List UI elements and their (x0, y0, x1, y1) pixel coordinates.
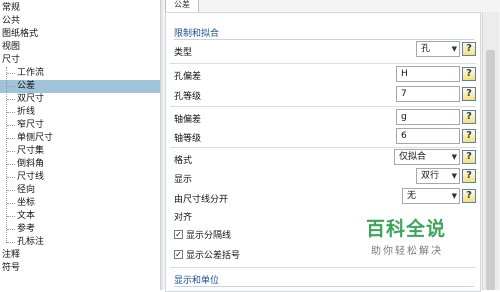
display-select[interactable]: 双行 ▼ (416, 168, 460, 184)
tree-item[interactable]: 尺寸 (0, 54, 160, 67)
hole-grade-label: 孔等级 (174, 92, 202, 102)
tree-item[interactable]: 径向 (0, 184, 160, 197)
type-select-value: 孔 (421, 44, 431, 54)
tree-item[interactable]: 窄尺寸 (0, 119, 160, 132)
tree-item[interactable]: 工作流 (0, 67, 160, 80)
shaft-deviation-field[interactable]: g (396, 109, 460, 125)
tree-item-label: 注释 (2, 250, 21, 260)
scrollbar-thumb[interactable] (486, 50, 495, 290)
section-underline (174, 286, 474, 287)
help-icon[interactable]: ? (462, 189, 476, 203)
tree-item-label: 尺寸 (2, 55, 21, 65)
tree-item-label: 常规 (2, 3, 21, 13)
hole-deviation-label: 孔偏差 (174, 72, 202, 82)
tree-item[interactable]: 文本 (0, 210, 160, 223)
watermark: 百科全说 助你轻松解决 (366, 214, 462, 264)
tree-item[interactable]: 符号 (0, 262, 160, 275)
tree-item[interactable]: 视图 (0, 41, 160, 54)
tree-item-label: 视图 (2, 42, 21, 52)
settings-tree: 常规公共图纸格式视图尺寸工作流 公差 双尺寸 折线 窄尺寸 单侧尺寸 尺寸集 倒斜角 尺寸线 径向… (0, 0, 160, 290)
help-icon[interactable]: ? (462, 42, 476, 56)
split-select-value: 无 (407, 191, 417, 201)
group-separator (170, 106, 476, 107)
help-icon[interactable]: ? (462, 169, 476, 183)
tree-connector (7, 242, 15, 244)
format-select[interactable]: 仅拟合 ▼ (394, 149, 460, 165)
tree-connector (7, 112, 15, 114)
tree-item-label: 公共 (2, 16, 21, 26)
shaft-grade-field[interactable]: 6 (396, 128, 460, 144)
chevron-down-icon: ▼ (451, 172, 457, 180)
tree-item[interactable]: 注释 (0, 249, 160, 262)
tree-connector (7, 138, 15, 140)
show-separator-checkbox[interactable]: ✓ (174, 230, 183, 239)
shaft-grade-label: 轴等级 (174, 134, 202, 144)
help-icon[interactable]: ? (462, 150, 476, 164)
tree-item[interactable]: 折线 (0, 106, 160, 119)
tree-connector (7, 151, 15, 153)
tree-item-label: 符号 (2, 263, 21, 273)
hole-grade-field[interactable]: 7 (396, 86, 460, 102)
tree-item[interactable]: 尺寸集 (0, 145, 160, 158)
chevron-down-icon: ▼ (451, 192, 457, 200)
tree-connector (7, 86, 15, 88)
section-underline (174, 39, 474, 40)
display-label: 显示 (174, 175, 193, 185)
watermark-subtitle: 助你轻松解决 (371, 246, 443, 257)
shaft-deviation-label: 轴偏差 (174, 115, 202, 125)
tree-item[interactable]: 图纸格式 (0, 28, 160, 41)
chevron-down-icon: ▼ (451, 45, 457, 53)
section-title-limits-fits: 限制和拟合 (174, 29, 220, 39)
split-select[interactable]: 无 ▼ (402, 188, 460, 204)
help-icon[interactable]: ? (462, 129, 476, 143)
help-icon[interactable]: ? (462, 87, 476, 101)
group-separator (170, 147, 476, 148)
display-select-value: 双行 (421, 171, 440, 181)
vertical-scrollbar[interactable] (482, 12, 499, 290)
chevron-down-icon: ▼ (451, 153, 457, 161)
format-select-value: 仅拟合 (399, 152, 427, 162)
show-tolerance-brackets-label: 显示公差括号 (186, 251, 241, 261)
tree-item[interactable]: 倒斜角 (0, 158, 160, 171)
alignment-label: 对齐 (174, 213, 193, 223)
tree-connector (7, 216, 15, 218)
format-label: 格式 (174, 156, 193, 166)
tree-connector (7, 177, 15, 179)
tree-item-label: 图纸格式 (2, 29, 39, 39)
tree-item[interactable]: 常规 (0, 2, 160, 15)
type-select[interactable]: 孔 ▼ (416, 41, 460, 57)
tree-item[interactable]: 参考 (0, 223, 160, 236)
group-separator (170, 267, 476, 268)
tree-connector (7, 99, 15, 101)
tree-item[interactable]: 单侧尺寸 (0, 132, 160, 145)
tree-connector (7, 73, 15, 75)
help-icon[interactable]: ? (462, 67, 476, 81)
tree-item[interactable]: 尺寸线 (0, 171, 160, 184)
tree-item[interactable]: 孔标注 (0, 236, 160, 249)
tree-item[interactable]: 公共 (0, 15, 160, 28)
tree-connector (7, 125, 15, 127)
tree-connector (7, 190, 15, 192)
tree-item[interactable]: 坐标 (0, 197, 160, 210)
tree-connector (7, 229, 15, 231)
group-separator (170, 63, 476, 64)
tree-connector (7, 164, 15, 166)
split-by-dimension-line-label: 由尺寸线分开 (174, 195, 229, 205)
tree-item[interactable]: 公差 (0, 80, 160, 93)
show-separator-label: 显示分隔线 (186, 231, 232, 241)
show-tolerance-brackets-checkbox[interactable]: ✓ (174, 250, 183, 259)
section-title-display-units: 显示和单位 (174, 276, 220, 286)
tree-item[interactable]: 双尺寸 (0, 93, 160, 106)
type-label: 类型 (174, 48, 193, 58)
help-icon[interactable]: ? (462, 110, 476, 124)
tree-connector (7, 203, 15, 205)
hole-deviation-field[interactable]: H (396, 66, 460, 82)
watermark-title: 百科全说 (366, 218, 447, 240)
